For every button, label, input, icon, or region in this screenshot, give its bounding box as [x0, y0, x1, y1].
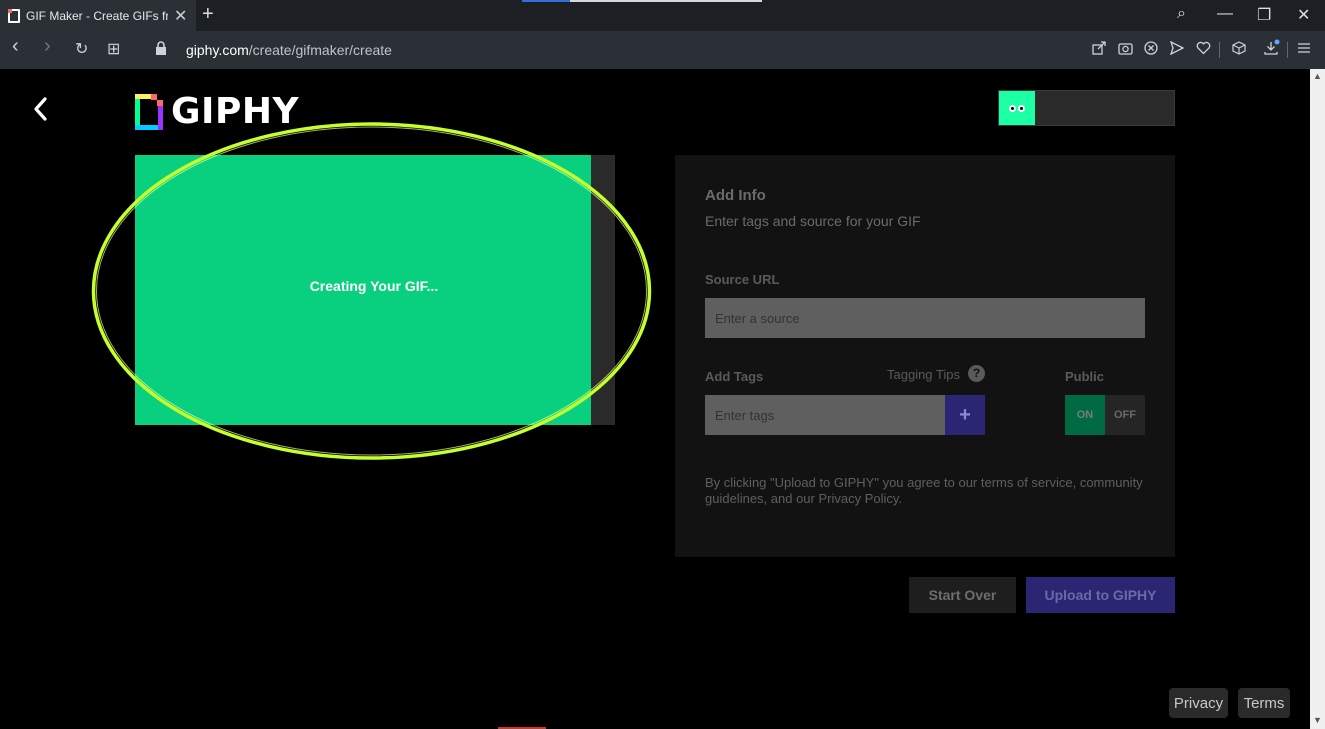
start-over-button[interactable]: Start Over: [909, 577, 1016, 613]
new-tab-button[interactable]: +: [202, 3, 214, 26]
share-icon[interactable]: [1092, 41, 1106, 55]
camera-icon[interactable]: [1118, 41, 1133, 55]
logo-text: GIPHY: [171, 91, 300, 132]
reload-icon[interactable]: ↻: [75, 39, 88, 59]
page-scrollbar[interactable]: [1310, 69, 1325, 729]
source-url-label: Source URL: [705, 272, 780, 287]
restore-icon[interactable]: ❐: [1257, 5, 1271, 25]
giphy-favicon-icon: [8, 8, 20, 23]
toolbar-separator: [1287, 42, 1288, 58]
toolbar-separator: [1219, 42, 1220, 58]
block-icon[interactable]: [1144, 41, 1158, 55]
scroll-up-icon[interactable]: ▲: [1313, 71, 1322, 81]
upload-button[interactable]: Upload to GIPHY: [1026, 577, 1175, 613]
window-close-icon[interactable]: ✕: [1297, 5, 1310, 25]
giphy-logo[interactable]: GIPHY: [135, 91, 299, 132]
public-label: Public: [1065, 369, 1105, 384]
add-info-panel: Add Info Enter tags and source for your …: [675, 155, 1175, 557]
tab-title: GIF Maker - Create GIFs fro: [26, 8, 168, 23]
giphy-logo-icon: [135, 93, 163, 130]
terms-link[interactable]: Terms: [1238, 688, 1290, 718]
download-icon[interactable]: [1264, 39, 1280, 55]
tab-close-icon[interactable]: ✕: [174, 6, 187, 26]
panel-subtitle: Enter tags and source for your GIF: [705, 213, 921, 229]
avatar: [999, 91, 1035, 125]
browser-tab[interactable]: GIF Maker - Create GIFs fro ✕: [0, 0, 196, 31]
help-icon[interactable]: ?: [968, 365, 985, 382]
tabs-grid-icon[interactable]: ⊞: [107, 39, 120, 59]
url-host: giphy.com: [186, 42, 249, 58]
tab-indicator: [570, 0, 762, 2]
add-tags-label: Add Tags: [705, 369, 764, 384]
url-field[interactable]: giphy.com/create/gifmaker/create: [186, 42, 392, 58]
avatar-eye-icon: [1009, 104, 1016, 112]
tagging-tips-link[interactable]: Tagging Tips: [887, 367, 960, 382]
user-menu[interactable]: [998, 90, 1175, 126]
source-url-input[interactable]: [705, 298, 1145, 338]
back-arrow-icon[interactable]: [30, 95, 52, 123]
menu-icon[interactable]: [1297, 41, 1311, 55]
minimize-icon[interactable]: —: [1217, 5, 1233, 23]
terms-disclaimer: By clicking "Upload to GIPHY" you agree …: [705, 475, 1143, 506]
avatar-eye-icon: [1018, 104, 1025, 112]
tab-bar: GIF Maker - Create GIFs fro ✕ + ⌕ — ❐ ✕: [0, 0, 1325, 31]
heart-icon[interactable]: [1196, 41, 1211, 55]
creating-status: Creating Your GIF...: [309, 278, 439, 294]
back-nav-icon[interactable]: ‹: [12, 35, 19, 58]
lock-icon: [156, 41, 166, 55]
scroll-down-icon[interactable]: ▼: [1313, 715, 1322, 725]
address-bar: ‹ › ↻ ⊞ giphy.com/create/gifmaker/create: [0, 31, 1325, 69]
cube-icon[interactable]: [1232, 41, 1246, 55]
panel-title: Add Info: [705, 187, 766, 204]
tab-indicator: [522, 0, 570, 2]
gif-preview: Creating Your GIF...: [135, 155, 591, 425]
url-path: /create/gifmaker/create: [248, 42, 392, 58]
toggle-on-option[interactable]: ON: [1065, 395, 1105, 435]
tags-input[interactable]: [705, 395, 945, 435]
add-tag-button[interactable]: +: [945, 395, 985, 435]
browser-search-icon[interactable]: ⌕: [1177, 5, 1186, 23]
toggle-off-option[interactable]: OFF: [1105, 395, 1145, 435]
forward-nav-icon[interactable]: ›: [44, 35, 51, 58]
send-icon[interactable]: [1170, 41, 1184, 55]
public-toggle[interactable]: ON OFF: [1065, 395, 1145, 435]
privacy-link[interactable]: Privacy: [1169, 688, 1228, 718]
